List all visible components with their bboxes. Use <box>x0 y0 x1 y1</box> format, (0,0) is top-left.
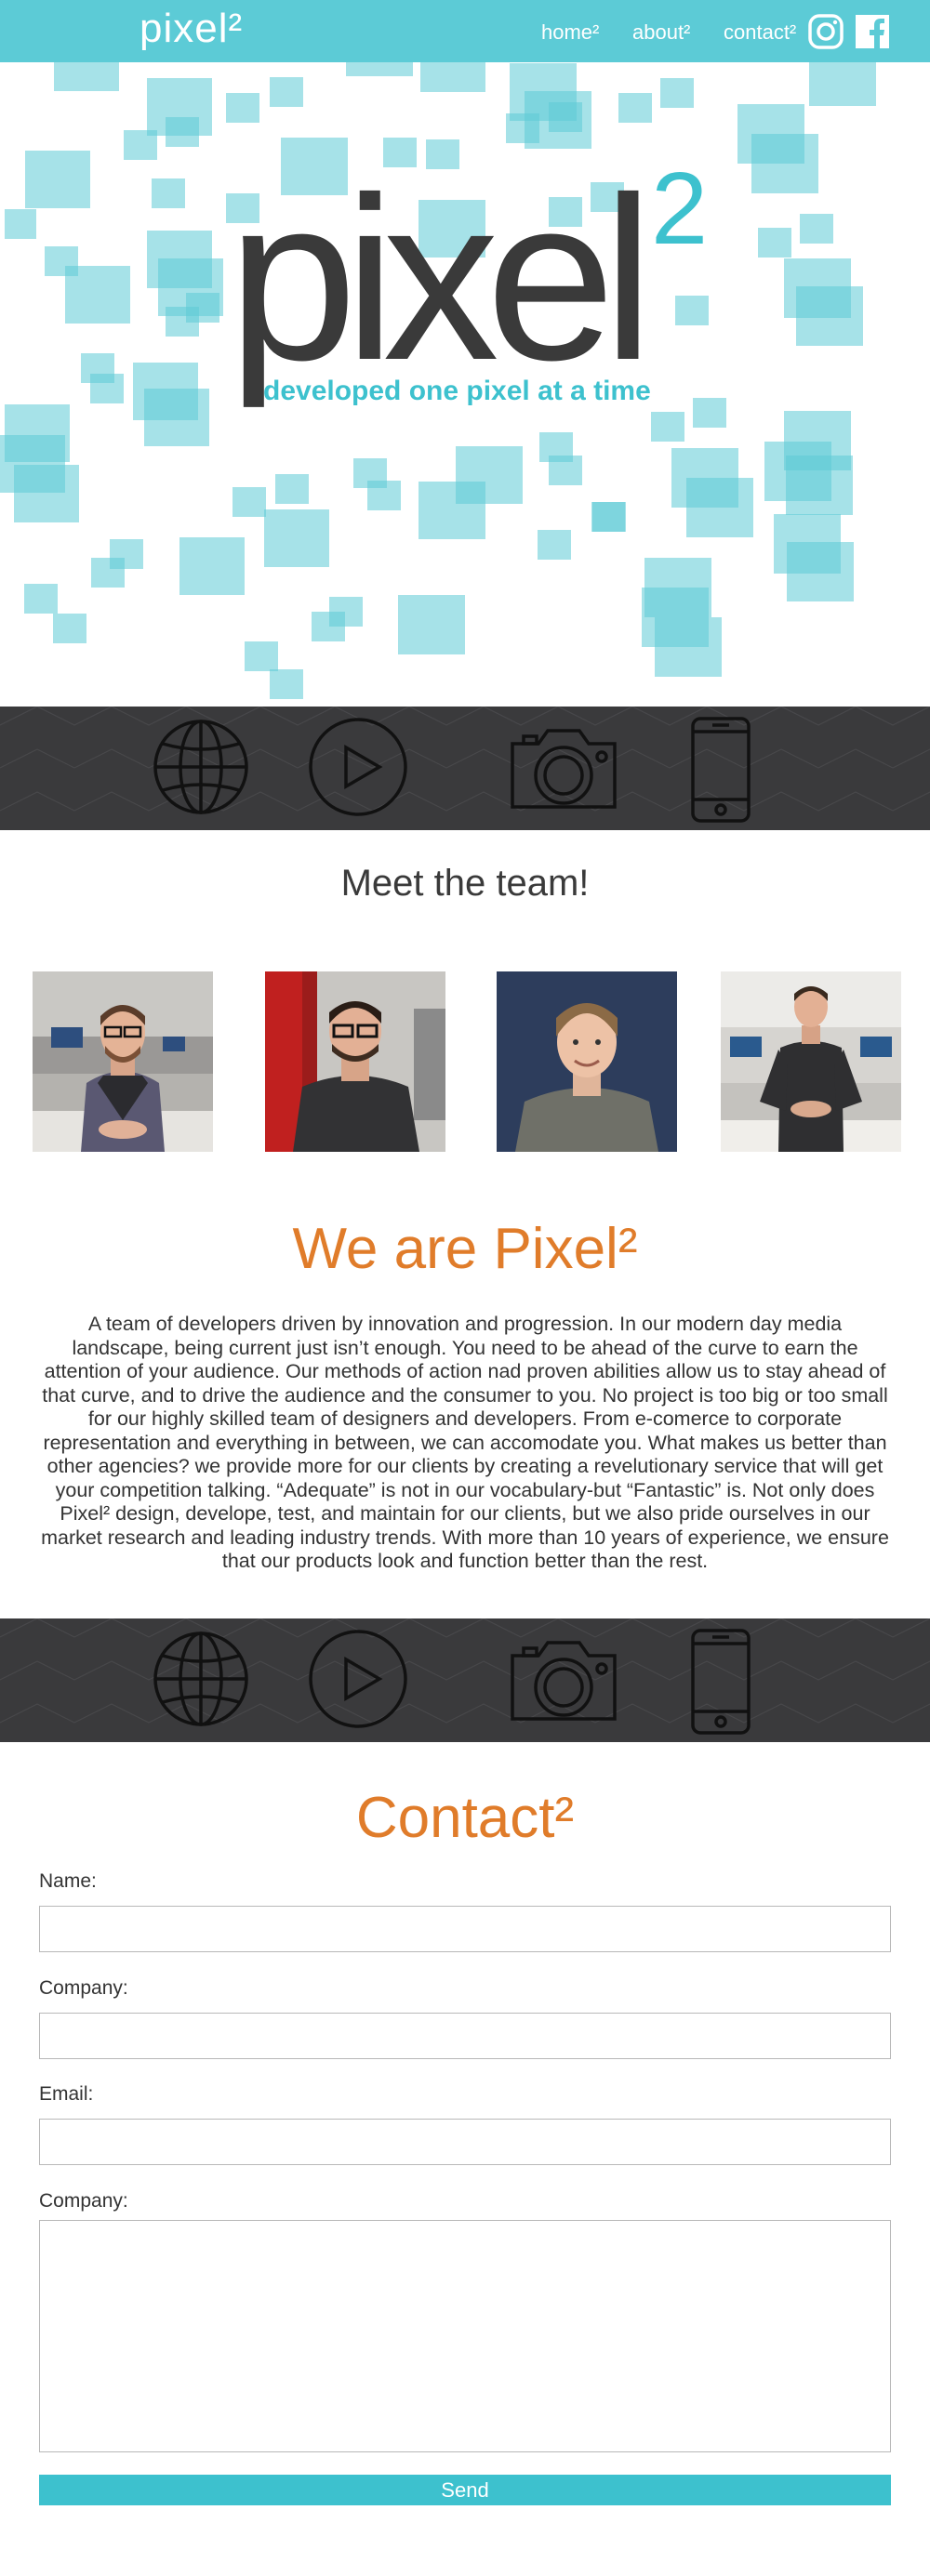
hexagon-pattern <box>0 1618 930 1724</box>
hero-square <box>232 487 266 517</box>
about-heading: We are Pixel² <box>292 1217 638 1281</box>
hero-square <box>110 539 143 569</box>
hero-square <box>675 296 709 325</box>
name-label: Name: <box>39 1870 97 1892</box>
hero-square <box>758 228 791 258</box>
hero-square <box>166 117 199 147</box>
hero-square <box>800 214 833 244</box>
name-field[interactable] <box>39 1906 891 1952</box>
page: pixel 2 developed one pixel at a time pi… <box>0 0 930 2576</box>
hero-square <box>152 178 185 208</box>
contact-heading: Contact² <box>355 1786 575 1850</box>
hero-square <box>144 389 209 446</box>
camera-icon <box>511 1641 617 1721</box>
hexagon-pattern <box>0 707 930 812</box>
phone-icon <box>691 1629 751 1735</box>
message-textarea[interactable] <box>39 2220 891 2452</box>
hero: pixel 2 developed one pixel at a time <box>0 0 930 707</box>
hero-square <box>65 266 130 324</box>
globe-icon <box>153 1631 248 1726</box>
hero-square <box>693 398 726 428</box>
hero-square <box>270 77 303 107</box>
hero-square <box>275 474 309 504</box>
hero-superscript: 2 <box>651 152 709 266</box>
hero-square <box>660 78 694 108</box>
hero-square <box>538 530 571 560</box>
play-icon <box>309 1630 407 1728</box>
phone-icon <box>691 717 751 823</box>
site-logo[interactable]: pixel² <box>140 6 243 52</box>
hero-square <box>787 542 854 601</box>
company-label: Company: <box>39 1977 128 1999</box>
play-icon <box>309 718 407 816</box>
hero-wordmark: pixel <box>228 149 654 408</box>
hero-square <box>329 597 363 627</box>
team-photo-3[interactable] <box>497 971 677 1152</box>
hero-tagline: developed one pixel at a time <box>263 376 651 406</box>
hero-square <box>506 113 539 143</box>
team-heading: Meet the team! <box>340 863 590 904</box>
globe-icon <box>153 720 248 814</box>
team-photo-2[interactable] <box>265 971 445 1152</box>
message-label: Company: <box>39 2190 128 2212</box>
hero-square <box>14 465 79 522</box>
email-label: Email: <box>39 2083 94 2105</box>
email-field[interactable] <box>39 2119 891 2165</box>
about-paragraph: A team of developers driven by innovatio… <box>41 1313 889 1572</box>
facebook-icon[interactable] <box>854 13 891 50</box>
hero-square <box>549 102 582 132</box>
hero-square <box>25 151 90 208</box>
hero-square <box>618 93 652 123</box>
hero-square <box>549 456 582 485</box>
nav-about-link[interactable]: about² <box>632 20 690 45</box>
hero-square <box>651 412 684 442</box>
company-field[interactable] <box>39 2013 891 2059</box>
hero-square <box>367 481 401 510</box>
team-photo-1[interactable] <box>33 971 213 1152</box>
team-photo-4[interactable] <box>721 971 901 1152</box>
hero-square <box>592 502 626 532</box>
hero-square <box>53 614 86 643</box>
hero-square <box>456 446 523 504</box>
hero-square <box>90 374 124 403</box>
hero-square <box>166 307 199 337</box>
nav-contact-link[interactable]: contact² <box>724 20 796 45</box>
hero-square <box>264 509 329 567</box>
icon-bar-top <box>0 707 930 830</box>
hero-square <box>786 456 853 515</box>
hero-square <box>245 641 278 671</box>
send-button[interactable]: Send <box>39 2475 891 2505</box>
instagram-icon[interactable] <box>807 13 844 50</box>
hero-square <box>655 617 722 677</box>
hero-square <box>179 537 245 595</box>
hero-square <box>226 93 259 123</box>
camera-icon <box>511 729 617 809</box>
hero-square <box>5 209 36 239</box>
hero-square <box>124 130 157 160</box>
hero-square <box>398 595 465 654</box>
hero-square <box>751 134 818 193</box>
nav-home-link[interactable]: home² <box>541 20 599 45</box>
hero-square <box>796 286 863 346</box>
icon-bar-bottom <box>0 1618 930 1742</box>
hero-square <box>24 584 58 614</box>
hero-square <box>686 478 753 537</box>
hero-square <box>270 669 303 699</box>
top-nav-bar: pixel² home² about² contact² <box>0 0 930 62</box>
